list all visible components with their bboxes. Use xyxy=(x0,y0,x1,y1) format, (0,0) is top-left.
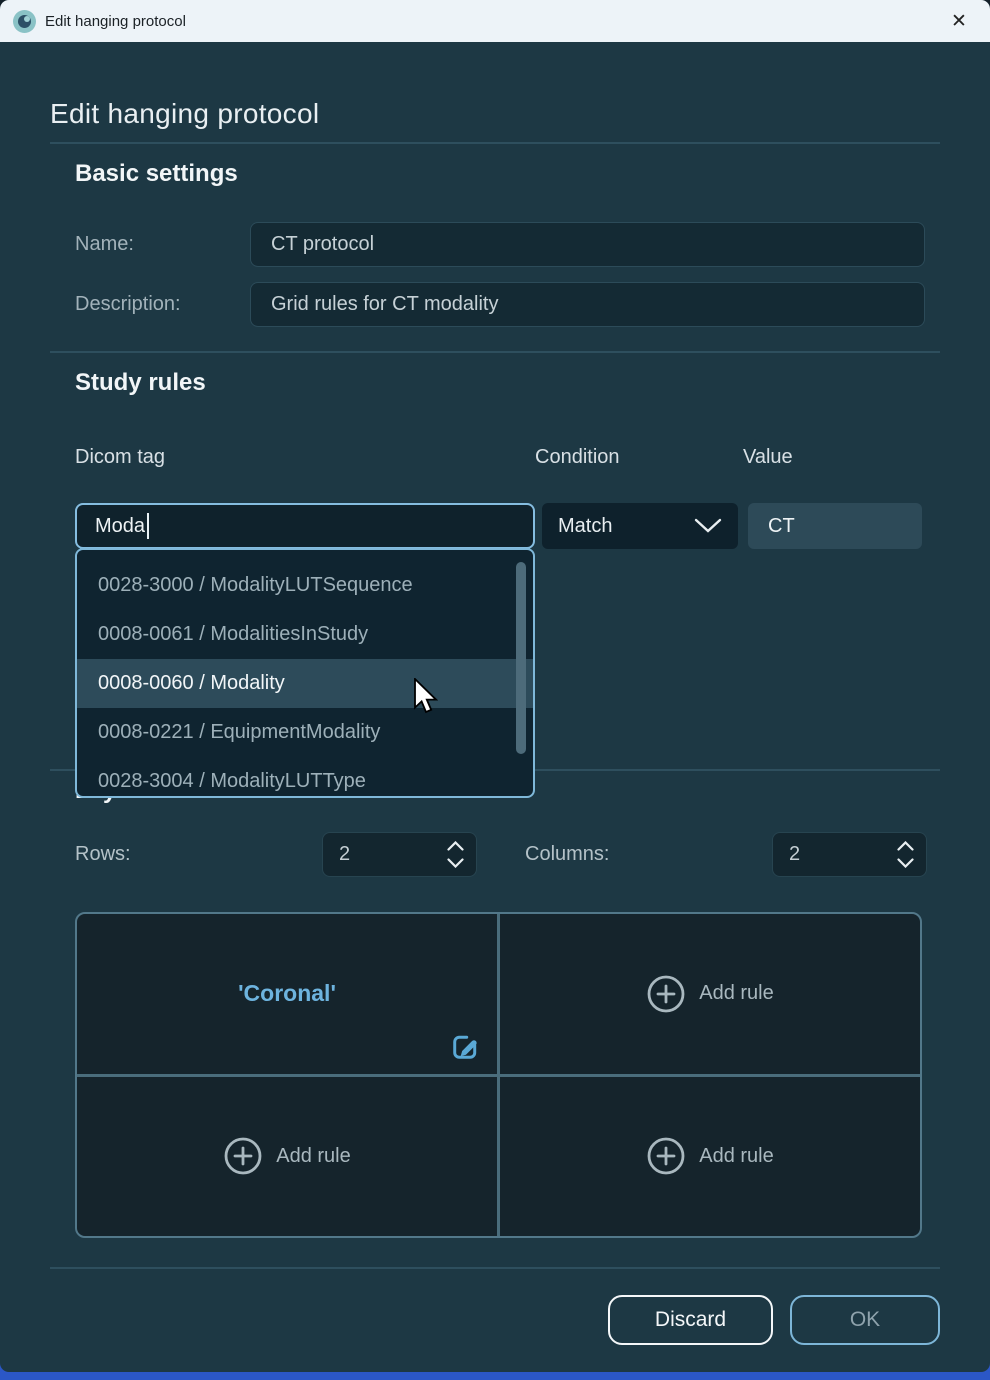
page-title: Edit hanging protocol xyxy=(50,98,319,130)
chevron-down-icon xyxy=(694,518,722,534)
app-logo-icon xyxy=(13,10,36,33)
condition-select[interactable]: Match xyxy=(542,503,738,549)
dropdown-item[interactable]: 0028-3000 / ModalityLUTSequence xyxy=(77,561,533,610)
spinner-up-icon[interactable] xyxy=(447,841,464,851)
spinner-down-icon[interactable] xyxy=(447,858,464,868)
name-input[interactable] xyxy=(250,222,925,267)
grid-cell-add-rule[interactable]: Add rule xyxy=(77,1077,497,1237)
titlebar: Edit hanging protocol ✕ xyxy=(0,0,990,42)
separator xyxy=(50,1267,940,1269)
spinner-down-icon[interactable] xyxy=(897,858,914,868)
dropdown-item[interactable]: 0008-0061 / ModalitiesInStudy xyxy=(77,610,533,659)
description-label: Description: xyxy=(75,282,181,327)
dicom-tag-dropdown: 0028-3000 / ModalityLUTSequence 0008-006… xyxy=(75,548,535,798)
mouse-cursor xyxy=(413,678,438,714)
name-label: Name: xyxy=(75,222,134,267)
ok-button[interactable]: OK xyxy=(790,1295,940,1345)
layout-grid: 'Coronal' Add rule xyxy=(75,912,922,1238)
separator xyxy=(50,351,940,353)
discard-button[interactable]: Discard xyxy=(608,1295,773,1345)
value-input-text: CT xyxy=(768,515,795,538)
dialog-body: Edit hanging protocol Basic settings Nam… xyxy=(0,42,990,1372)
dicom-tag-input[interactable]: Moda xyxy=(75,503,535,549)
window-title: Edit hanging protocol xyxy=(45,13,186,30)
column-header-condition: Condition xyxy=(535,446,620,469)
columns-value: 2 xyxy=(789,843,800,866)
basic-settings-heading: Basic settings xyxy=(75,160,238,188)
study-rules-heading: Study rules xyxy=(75,369,206,397)
add-rule-label: Add rule xyxy=(699,1145,774,1168)
rows-value: 2 xyxy=(339,843,350,866)
dropdown-item-selected[interactable]: 0008-0060 / Modality xyxy=(77,659,533,708)
rows-label: Rows: xyxy=(75,832,131,877)
spinner-up-icon[interactable] xyxy=(897,841,914,851)
coronal-rule-label: 'Coronal' xyxy=(238,980,336,1007)
dropdown-scrollbar[interactable] xyxy=(516,562,526,754)
text-caret xyxy=(147,513,149,539)
description-input[interactable] xyxy=(250,282,925,327)
column-header-dicom-tag: Dicom tag xyxy=(75,446,165,469)
condition-select-value: Match xyxy=(558,515,612,538)
rows-stepper[interactable]: 2 xyxy=(322,832,477,877)
column-header-value: Value xyxy=(743,446,793,469)
grid-cell-add-rule[interactable]: Add rule xyxy=(500,1077,920,1237)
plus-circle-icon xyxy=(646,1136,686,1176)
value-input[interactable]: CT xyxy=(748,503,922,549)
dicom-tag-input-text: Moda xyxy=(95,515,145,538)
dropdown-item[interactable]: 0028-3004 / ModalityLUTType xyxy=(77,757,533,798)
columns-stepper[interactable]: 2 xyxy=(772,832,927,877)
edit-hanging-protocol-window: Edit hanging protocol ✕ Edit hanging pro… xyxy=(0,0,990,1372)
add-rule-label: Add rule xyxy=(699,982,774,1005)
grid-cell-add-rule[interactable]: Add rule xyxy=(500,914,920,1074)
close-icon[interactable]: ✕ xyxy=(942,4,976,38)
add-rule-label: Add rule xyxy=(276,1145,351,1168)
plus-circle-icon xyxy=(223,1136,263,1176)
dropdown-item[interactable]: 0008-0221 / EquipmentModality xyxy=(77,708,533,757)
columns-label: Columns: xyxy=(525,832,609,877)
separator xyxy=(50,142,940,144)
grid-cell-coronal[interactable]: 'Coronal' xyxy=(77,914,497,1074)
plus-circle-icon xyxy=(646,974,686,1014)
edit-icon[interactable] xyxy=(449,1031,481,1063)
